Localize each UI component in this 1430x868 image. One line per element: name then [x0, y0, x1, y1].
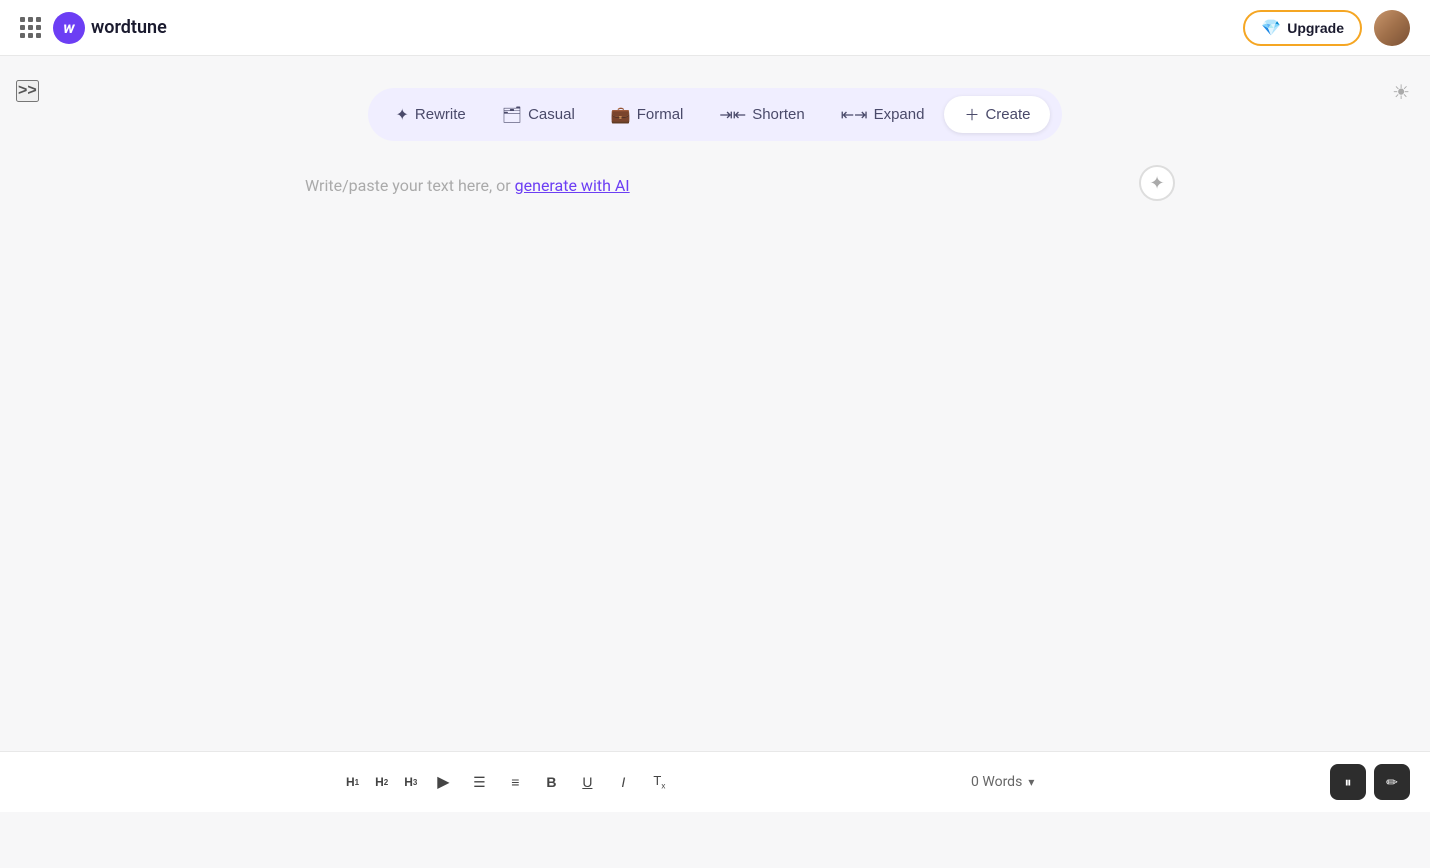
shorten-label: Shorten — [752, 106, 805, 123]
heading2-button[interactable]: H2 — [369, 766, 394, 798]
editor-container: Write/paste your text here, or generate … — [305, 165, 1125, 565]
erase-button[interactable]: ✏ — [1374, 764, 1410, 800]
wordtune-logo[interactable]: w wordtune — [53, 12, 167, 44]
cursor-icon: ▶ — [437, 772, 449, 792]
word-count-label: 0 Words — [971, 774, 1022, 790]
rewrite-label: Rewrite — [415, 106, 466, 123]
upgrade-label: Upgrade — [1287, 20, 1344, 36]
underline-button[interactable]: U — [571, 766, 603, 798]
word-count[interactable]: 0 Words ▾ — [971, 774, 1034, 790]
clear-format-button[interactable]: Tx — [643, 766, 675, 798]
word-count-chevron: ▾ — [1028, 775, 1034, 789]
editor-placeholder[interactable]: Write/paste your text here, or generate … — [305, 165, 1125, 207]
generate-ai-link[interactable]: generate with AI — [515, 176, 630, 195]
create-button[interactable]: ＋ Create — [944, 96, 1050, 133]
placeholder-text: Write/paste your text here, or — [305, 176, 515, 195]
create-plus-icon: ＋ — [964, 104, 979, 125]
formal-label: Formal — [637, 106, 684, 123]
lightbulb-icon: ☀ — [1392, 82, 1410, 104]
casual-button[interactable]: 🗂 Casual — [486, 97, 591, 133]
main-content: ✦ Rewrite 🗂 Casual 💼 Formal ⇥⇤ Shorten ⇤… — [0, 56, 1430, 812]
pause-button[interactable]: ⏸ — [1330, 764, 1366, 800]
shorten-button[interactable]: ⇥⇤ Shorten — [703, 97, 820, 133]
grid-menu-icon[interactable] — [20, 17, 41, 38]
clear-format-icon: Tx — [653, 773, 665, 791]
expand-button[interactable]: ⇤⇥ Expand — [825, 97, 941, 133]
avatar-image — [1374, 10, 1410, 46]
header-right: 💎 Upgrade — [1243, 10, 1410, 46]
heading1-button[interactable]: H1 — [340, 766, 365, 798]
formatting-tools: H1 H2 H3 ▶ ☰ ≡ B U I Tx — [340, 766, 675, 798]
action-toolbar: ✦ Rewrite 🗂 Casual 💼 Formal ⇥⇤ Shorten ⇤… — [368, 88, 1063, 141]
lightbulb-button[interactable]: ☀ — [1392, 80, 1410, 105]
casual-icon: 🗂 — [502, 105, 522, 125]
casual-label: Casual — [528, 106, 575, 123]
bullet-list-icon: ☰ — [473, 774, 486, 791]
pause-icon: ⏸ — [1345, 774, 1352, 791]
rewrite-button[interactable]: ✦ Rewrite — [380, 97, 482, 133]
create-label: Create — [985, 106, 1030, 123]
numbered-list-button[interactable]: ≡ — [499, 766, 531, 798]
underline-icon: U — [582, 774, 592, 790]
upgrade-button[interactable]: 💎 Upgrade — [1243, 10, 1362, 46]
logo-text: wordtune — [91, 17, 167, 38]
bottom-right-actions: ⏸ ✏ — [1330, 764, 1410, 800]
heading3-button[interactable]: H3 — [398, 766, 423, 798]
header-left: w wordtune — [20, 12, 167, 44]
formal-icon: 💼 — [611, 105, 631, 125]
italic-button[interactable]: I — [607, 766, 639, 798]
header: w wordtune 💎 Upgrade — [0, 0, 1430, 56]
logo-icon: w — [53, 12, 85, 44]
bottom-toolbar: H1 H2 H3 ▶ ☰ ≡ B U I Tx 0 Words ▾ ⏸ — [0, 751, 1430, 812]
cursor-button[interactable]: ▶ — [427, 766, 459, 798]
numbered-list-icon: ≡ — [511, 774, 519, 790]
rewrite-icon: ✦ — [396, 105, 409, 125]
sparkle-button[interactable]: ✦ — [1139, 165, 1175, 201]
erase-icon: ✏ — [1386, 774, 1398, 791]
formal-button[interactable]: 💼 Formal — [595, 97, 700, 133]
user-avatar[interactable] — [1374, 10, 1410, 46]
shorten-icon: ⇥⇤ — [719, 105, 746, 125]
sidebar-toggle-button[interactable]: >> — [16, 80, 39, 102]
bold-icon: B — [546, 774, 556, 790]
expand-icon: ⇤⇥ — [841, 105, 868, 125]
sidebar-toggle-label: >> — [18, 82, 37, 99]
bold-button[interactable]: B — [535, 766, 567, 798]
gem-icon: 💎 — [1261, 18, 1281, 38]
italic-icon: I — [621, 774, 625, 790]
expand-label: Expand — [874, 106, 925, 123]
bullet-list-button[interactable]: ☰ — [463, 766, 495, 798]
sparkle-icon: ✦ — [1149, 173, 1164, 194]
